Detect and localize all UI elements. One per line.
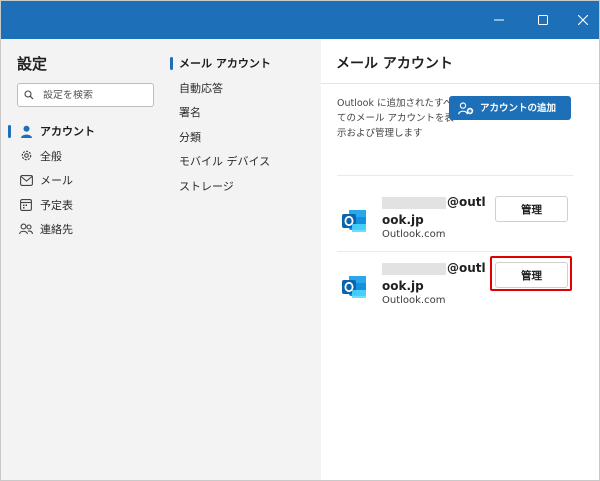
outlook-logo-icon (340, 273, 368, 301)
redacted-text (382, 262, 446, 275)
nav-item-label: 予定表 (40, 198, 73, 212)
add-account-button[interactable]: アカウントの追加 (449, 96, 571, 120)
account-email: @outl (382, 195, 486, 209)
nav-item-label: 全般 (40, 149, 62, 163)
redacted-text (382, 196, 446, 209)
minimize-icon (494, 19, 504, 21)
description-text: Outlook に追加されたすべてのメール アカウントを表示および管理します (337, 98, 455, 139)
search-box[interactable] (17, 83, 154, 107)
subnav-item-mobile-devices[interactable]: モバイル デバイス (169, 149, 321, 174)
subnav-item-storage[interactable]: ストレージ (169, 174, 321, 199)
account-item: @outl ook.jp Outlook.com 管理 (337, 195, 577, 255)
mail-icon (19, 173, 33, 187)
people-icon (19, 222, 33, 236)
account-provider: Outlook.com (382, 295, 446, 306)
nav-list: アカウント 全般 メール 予定表 連絡先 (1, 119, 169, 242)
divider (337, 251, 573, 252)
subnav-item-mail-accounts[interactable]: メール アカウント (169, 51, 321, 76)
subnav-item-auto-reply[interactable]: 自動応答 (169, 76, 321, 101)
account-email-line2: ook.jp (382, 213, 424, 227)
settings-window: 設定 アカウント 全般 (0, 0, 600, 481)
header-divider (321, 83, 599, 84)
nav-item-account[interactable]: アカウント (1, 119, 169, 144)
add-account-label: アカウントの追加 (479, 102, 556, 114)
nav-item-contacts[interactable]: 連絡先 (1, 217, 169, 242)
close-button[interactable] (563, 1, 599, 39)
subnav-item-signature[interactable]: 署名 (169, 100, 321, 125)
search-icon (24, 90, 40, 100)
outlook-logo-icon (340, 207, 368, 235)
manage-button[interactable]: 管理 (495, 196, 568, 222)
page-title: メール アカウント (336, 56, 453, 72)
nav-item-label: メール (40, 174, 73, 188)
nav-item-label: アカウント (40, 125, 95, 139)
account-provider: Outlook.com (382, 229, 446, 240)
account-item: @outl ook.jp Outlook.com 管理 (337, 261, 577, 321)
nav-item-calendar[interactable]: 予定表 (1, 193, 169, 218)
close-icon (578, 15, 588, 25)
gear-icon (19, 149, 33, 163)
maximize-button[interactable] (523, 1, 563, 39)
account-email: @outl (382, 261, 486, 275)
content-pane: メール アカウント Outlook に追加されたすべてのメール アカウントを表示… (321, 39, 599, 480)
maximize-icon (538, 15, 548, 25)
add-person-icon (458, 101, 478, 115)
subnav-pane: メール アカウント 自動応答 署名 分類 モバイル デバイス ストレージ (169, 39, 321, 480)
manage-button[interactable]: 管理 (495, 262, 568, 288)
search-input[interactable] (40, 89, 148, 101)
nav-item-mail[interactable]: メール (1, 168, 169, 193)
divider (337, 175, 573, 176)
person-icon (19, 124, 33, 138)
nav-item-general[interactable]: 全般 (1, 144, 169, 169)
account-email-line2: ook.jp (382, 279, 424, 293)
subnav-item-categories[interactable]: 分類 (169, 125, 321, 150)
subnav-list: メール アカウント 自動応答 署名 分類 モバイル デバイス ストレージ (169, 51, 321, 198)
nav-item-label: 連絡先 (40, 223, 73, 237)
title-bar (1, 1, 599, 39)
settings-nav: 設定 アカウント 全般 (1, 39, 169, 480)
calendar-icon (19, 198, 33, 212)
minimize-button[interactable] (479, 1, 519, 39)
settings-title: 設定 (17, 55, 48, 73)
